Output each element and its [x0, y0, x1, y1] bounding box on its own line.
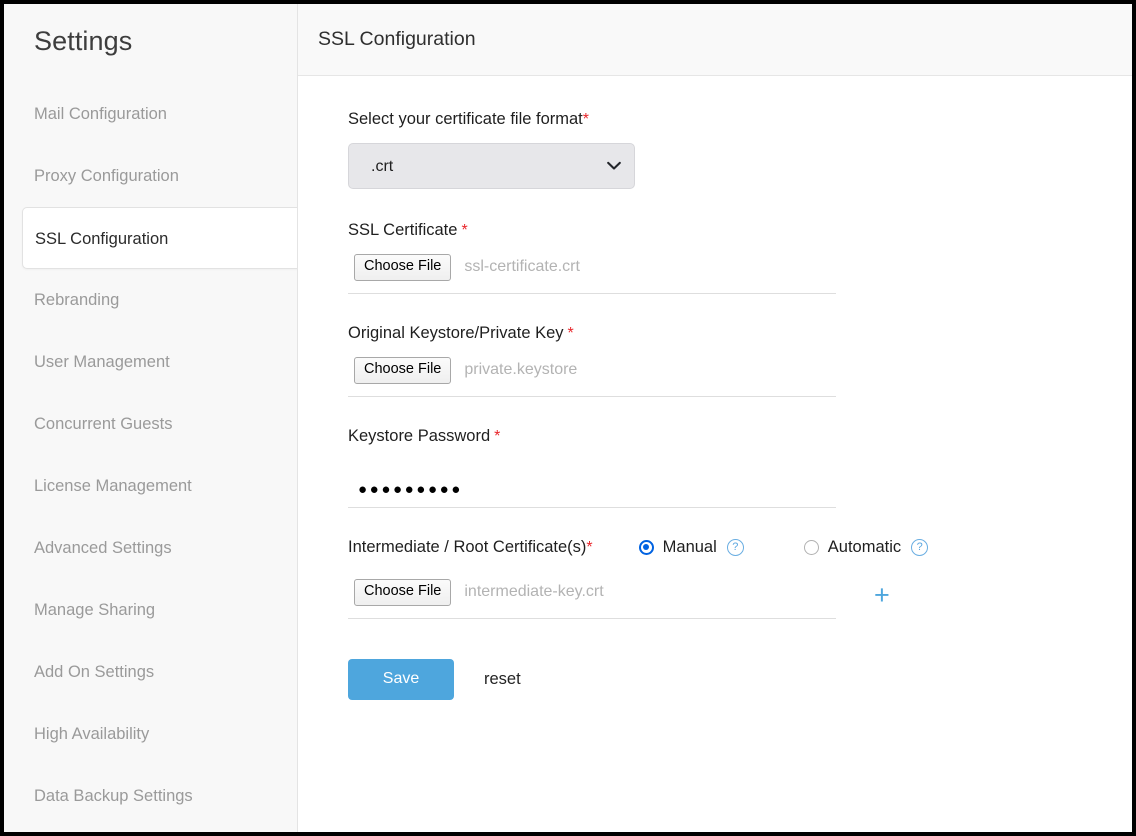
sidebar-item-mail-configuration[interactable]: Mail Configuration: [4, 83, 297, 145]
original-keystore-file-row[interactable]: Choose File private.keystore: [348, 357, 836, 397]
intermediate-choose-file-button[interactable]: Choose File: [354, 579, 451, 606]
radio-automatic-label[interactable]: Automatic: [828, 538, 901, 557]
required-asterisk: *: [583, 111, 589, 128]
ssl-configuration-form: Select your certificate file format* .cr…: [298, 76, 1132, 832]
keystore-password-label-text: Keystore Password: [348, 427, 490, 445]
field-certificate-file-format: Select your certificate file format* .cr…: [348, 110, 1132, 189]
sidebar-item-concurrent-guests[interactable]: Concurrent Guests: [4, 393, 297, 455]
ssl-certificate-file-name: ssl-certificate.crt: [464, 258, 580, 276]
field-keystore-password: Keystore Password* ●●●●●●●●●: [348, 427, 1132, 508]
radio-manual[interactable]: [639, 540, 654, 555]
form-actions: Save reset: [348, 659, 1132, 700]
sidebar-item-data-backup-settings[interactable]: Data Backup Settings: [4, 765, 297, 827]
sidebar-item-proxy-configuration[interactable]: Proxy Configuration: [4, 145, 297, 207]
certificate-file-format-select-wrap: .crt: [348, 143, 635, 189]
settings-sidebar: Settings Mail Configuration Proxy Config…: [4, 4, 298, 832]
required-asterisk: *: [568, 325, 574, 342]
sidebar-item-ssl-configuration[interactable]: SSL Configuration: [22, 207, 298, 269]
keystore-password-input[interactable]: ●●●●●●●●●: [348, 482, 836, 508]
required-asterisk: *: [461, 222, 467, 239]
original-keystore-label-text: Original Keystore/Private Key: [348, 324, 564, 342]
sidebar-item-user-management[interactable]: User Management: [4, 331, 297, 393]
field-intermediate-root-certificates: Intermediate / Root Certificate(s)* Manu…: [348, 538, 1132, 619]
certificate-file-format-label: Select your certificate file format*: [348, 110, 1132, 129]
certificate-file-format-select[interactable]: .crt: [348, 143, 635, 189]
original-keystore-label: Original Keystore/Private Key*: [348, 324, 1132, 343]
sidebar-nav-list: Mail Configuration Proxy Configuration S…: [4, 83, 297, 827]
sidebar-item-add-on-settings[interactable]: Add On Settings: [4, 641, 297, 703]
sidebar-item-advanced-settings[interactable]: Advanced Settings: [4, 517, 297, 579]
original-keystore-choose-file-button[interactable]: Choose File: [354, 357, 451, 384]
main-header: SSL Configuration: [298, 4, 1132, 76]
intermediate-mode-manual[interactable]: Manual ?: [639, 538, 744, 557]
certificate-file-format-label-text: Select your certificate file format: [348, 110, 583, 128]
sidebar-item-manage-sharing[interactable]: Manage Sharing: [4, 579, 297, 641]
sidebar-item-high-availability[interactable]: High Availability: [4, 703, 297, 765]
ssl-certificate-label-text: SSL Certificate: [348, 221, 457, 239]
ssl-certificate-label: SSL Certificate*: [348, 221, 1132, 240]
radio-automatic[interactable]: [804, 540, 819, 555]
page-title: SSL Configuration: [298, 28, 476, 51]
help-icon-manual[interactable]: ?: [727, 539, 744, 556]
intermediate-header-row: Intermediate / Root Certificate(s)* Manu…: [348, 538, 1132, 557]
sidebar-title: Settings: [4, 26, 297, 57]
sidebar-item-rebranding[interactable]: Rebranding: [4, 269, 297, 331]
main-panel: SSL Configuration Select your certificat…: [298, 4, 1132, 832]
reset-link[interactable]: reset: [484, 670, 521, 689]
keystore-password-value: ●●●●●●●●●: [348, 482, 836, 497]
intermediate-file-row[interactable]: Choose File intermediate-key.crt: [348, 579, 836, 619]
field-ssl-certificate: SSL Certificate* Choose File ssl-certifi…: [348, 221, 1132, 294]
original-keystore-file-name: private.keystore: [464, 361, 577, 379]
plus-icon[interactable]: +: [874, 582, 890, 609]
intermediate-label: Intermediate / Root Certificate(s)*: [348, 538, 593, 557]
required-asterisk: *: [494, 428, 500, 445]
required-asterisk: *: [586, 539, 592, 556]
ssl-certificate-choose-file-button[interactable]: Choose File: [354, 254, 451, 281]
help-icon-automatic[interactable]: ?: [911, 539, 928, 556]
sidebar-item-license-management[interactable]: License Management: [4, 455, 297, 517]
field-original-keystore: Original Keystore/Private Key* Choose Fi…: [348, 324, 1132, 397]
keystore-password-label: Keystore Password*: [348, 427, 1132, 446]
save-button[interactable]: Save: [348, 659, 454, 700]
intermediate-mode-automatic[interactable]: Automatic ?: [804, 538, 928, 557]
intermediate-label-text: Intermediate / Root Certificate(s): [348, 538, 586, 556]
settings-window: Settings Mail Configuration Proxy Config…: [0, 0, 1136, 836]
intermediate-file-line: Choose File intermediate-key.crt +: [348, 579, 1132, 619]
radio-manual-label[interactable]: Manual: [663, 538, 717, 557]
intermediate-file-name: intermediate-key.crt: [464, 583, 603, 601]
ssl-certificate-file-row[interactable]: Choose File ssl-certificate.crt: [348, 254, 836, 294]
